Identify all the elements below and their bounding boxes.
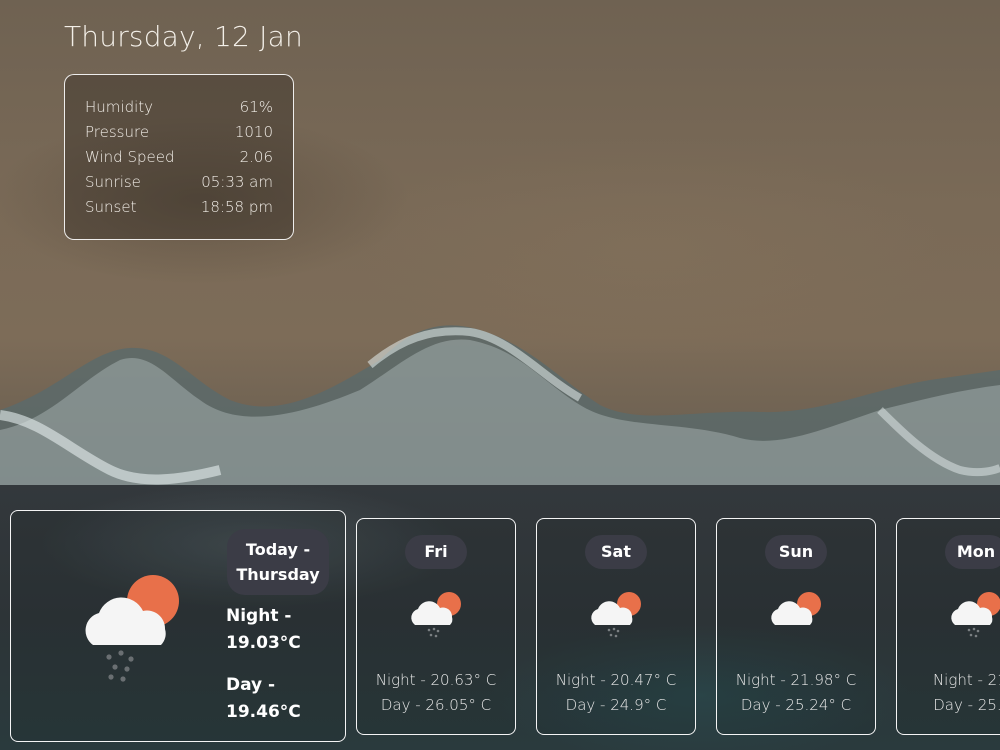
detail-row-pressure: Pressure 1010 — [85, 120, 273, 145]
today-day-label: Day - — [226, 675, 276, 695]
cloud-sun-rain-icon — [951, 592, 1000, 638]
forecast-night: Night - 21.98° C — [735, 671, 857, 689]
detail-label: Sunrise — [85, 173, 141, 191]
forecast-day-temp: Day - 26.05° C — [380, 696, 492, 714]
detail-value: 61% — [239, 98, 273, 116]
today-day: Day - 19.46°C — [226, 672, 301, 726]
forecast-day-pill: Sun — [765, 535, 827, 569]
forecast-day-temp: Day - 25.24° C — [740, 696, 852, 714]
today-title-line2: Thursday — [236, 565, 320, 584]
cloud-sun-icon — [771, 592, 821, 625]
forecast-night: Night - 20.47° C — [555, 671, 677, 689]
today-day-value: 19.46°C — [226, 702, 301, 722]
forecast-night: Night - 21.3 — [932, 671, 1000, 689]
today-night: Night - 19.03°C — [226, 603, 301, 657]
detail-label: Wind Speed — [85, 148, 175, 166]
forecast-card-sun: Sun Night - 21.98° C Day - 25.24° C — [716, 518, 876, 735]
today-night-value: 19.03°C — [226, 633, 301, 653]
current-date: Thursday, 12 Jan — [64, 20, 303, 53]
detail-label: Humidity — [85, 98, 154, 116]
detail-value: 2.06 — [239, 148, 273, 166]
detail-value: 1010 — [234, 123, 273, 141]
forecast-card-sat: Sat Night - 20.47° C Day - 24.9° C — [536, 518, 696, 735]
detail-row-sunset: Sunset 18:58 pm — [85, 195, 273, 220]
today-night-label: Night - — [226, 606, 292, 626]
weather-details-panel: Humidity 61% Pressure 1010 Wind Speed 2.… — [64, 74, 294, 240]
forecast-day-temp: Day - 24.9° C — [565, 696, 667, 714]
cloud-sun-rain-icon — [591, 592, 641, 638]
forecast-day-pill: Fri — [405, 535, 467, 569]
detail-label: Sunset — [85, 198, 137, 216]
forecast-day-temp: Day - 25.75 — [933, 696, 1000, 714]
detail-row-humidity: Humidity 61% — [85, 95, 273, 120]
today-title-line1: Today - — [245, 540, 311, 559]
forecast-card-mon: Mon Night - 21.3 Day - 25.75 — [896, 518, 1000, 735]
detail-row-wind-speed: Wind Speed 2.06 — [85, 145, 273, 170]
detail-value: 18:58 pm — [200, 198, 273, 216]
forecast-card-fri: Fri Night - 20.63° C Day - 26.05° C — [356, 518, 516, 735]
detail-value: 05:33 am — [201, 173, 273, 191]
detail-label: Pressure — [85, 123, 150, 141]
today-card: Today - Thursday Night - 19.03°C Day - 1… — [10, 510, 346, 742]
detail-row-sunrise: Sunrise 05:33 am — [85, 170, 273, 195]
beach-background — [0, 325, 1000, 490]
forecast-night: Night - 20.63° C — [375, 671, 497, 689]
today-title-pill: Today - Thursday — [227, 529, 329, 595]
forecast-day-pill: Mon — [945, 535, 1000, 569]
forecast-day-pill: Sat — [585, 535, 647, 569]
cloud-sun-rain-icon — [85, 575, 179, 682]
cloud-sun-rain-icon — [411, 592, 461, 638]
